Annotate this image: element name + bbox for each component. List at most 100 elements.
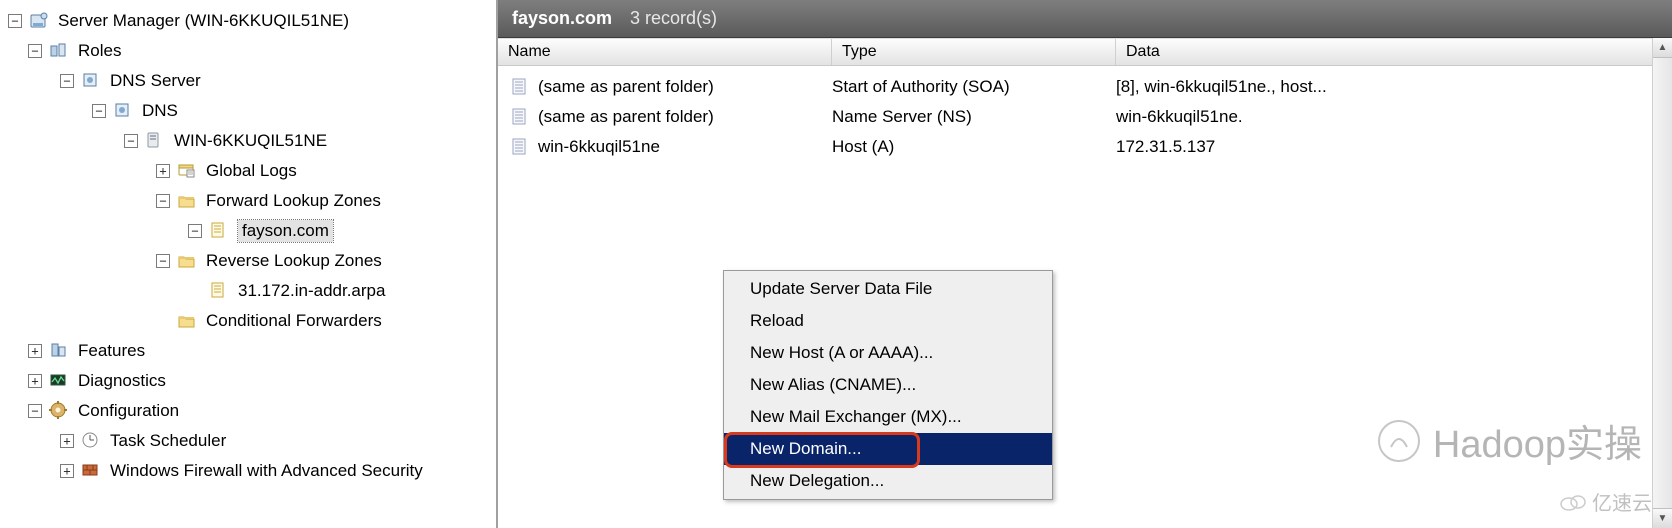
tree-node-firewall[interactable]: + Windows Firewall with Advanced Securit…	[0, 456, 496, 486]
diagnostics-icon	[48, 370, 70, 392]
tree-label: Conditional Forwarders	[206, 311, 382, 331]
record-data: win-6kkuqil51ne.	[1116, 107, 1672, 127]
spacer	[188, 284, 202, 298]
column-header-name[interactable]: Name	[498, 39, 832, 65]
tree-node-host[interactable]: − WIN-6KKUQIL51NE	[0, 126, 496, 156]
tree-label: Windows Firewall with Advanced Security	[110, 461, 423, 481]
detail-header: fayson.com 3 record(s)	[498, 0, 1672, 38]
roles-icon	[48, 40, 70, 62]
tree-label: DNS	[142, 101, 178, 121]
collapse-icon[interactable]: −	[28, 44, 42, 58]
record-row[interactable]: (same as parent folder) Start of Authori…	[498, 72, 1672, 102]
record-data: 172.31.5.137	[1116, 137, 1672, 157]
tree-node-roles[interactable]: − Roles	[0, 36, 496, 66]
record-type: Name Server (NS)	[832, 107, 1116, 127]
record-row[interactable]: win-6kkuqil51ne Host (A) 172.31.5.137	[498, 132, 1672, 162]
collapse-icon[interactable]: −	[156, 194, 170, 208]
zone-icon	[208, 220, 230, 242]
context-menu-item[interactable]: New Alias (CNAME)...	[724, 369, 1052, 401]
expand-icon[interactable]: +	[28, 344, 42, 358]
folder-icon	[176, 190, 198, 212]
tree-label: Server Manager (WIN-6KKUQIL51NE)	[58, 11, 349, 31]
tree-node-cond-fwd[interactable]: Conditional Forwarders	[0, 306, 496, 336]
tree-node-features[interactable]: + Features	[0, 336, 496, 366]
watermark-sub: 亿速云	[1560, 487, 1652, 516]
tree-node-configuration[interactable]: − Configuration	[0, 396, 496, 426]
collapse-icon[interactable]: −	[124, 134, 138, 148]
context-menu-item[interactable]: New Mail Exchanger (MX)...	[724, 401, 1052, 433]
scroll-up-button[interactable]: ▲	[1653, 38, 1672, 58]
folder-icon	[176, 250, 198, 272]
tree-node-rev-zones[interactable]: − Reverse Lookup Zones	[0, 246, 496, 276]
record-name: (same as parent folder)	[538, 77, 832, 97]
tree-node-server-manager[interactable]: − Server Manager (WIN-6KKUQIL51NE)	[0, 6, 496, 36]
tree-label-selected: fayson.com	[238, 220, 333, 242]
dns-server-icon	[80, 70, 102, 92]
folder-icon	[176, 310, 198, 332]
collapse-icon[interactable]: −	[60, 74, 74, 88]
tree-node-rev-zone-arpa[interactable]: 31.172.in-addr.arpa	[0, 276, 496, 306]
tree-label: Configuration	[78, 401, 179, 421]
firewall-icon	[80, 460, 102, 482]
record-name: (same as parent folder)	[538, 107, 832, 127]
vertical-scrollbar[interactable]: ▲ ▼	[1652, 38, 1672, 528]
context-menu-item[interactable]: New Delegation...	[724, 465, 1052, 497]
record-type: Host (A)	[832, 137, 1116, 157]
tree-node-global-logs[interactable]: + Global Logs	[0, 156, 496, 186]
tree-label: Roles	[78, 41, 121, 61]
expand-icon[interactable]: +	[60, 464, 74, 478]
record-data: [8], win-6kkuqil51ne., host...	[1116, 77, 1672, 97]
server-manager-icon	[28, 10, 50, 32]
column-headers: Name Type Data	[498, 38, 1672, 66]
features-icon	[48, 340, 70, 362]
collapse-icon[interactable]: −	[8, 14, 22, 28]
context-menu-item[interactable]: New Domain...	[724, 433, 1052, 465]
scroll-down-button[interactable]: ▼	[1653, 508, 1672, 528]
tree-node-fwd-zones[interactable]: − Forward Lookup Zones	[0, 186, 496, 216]
context-menu-item[interactable]: New Host (A or AAAA)...	[724, 337, 1052, 369]
zone-icon	[208, 280, 230, 302]
expand-icon[interactable]: +	[28, 374, 42, 388]
collapse-icon[interactable]: −	[156, 254, 170, 268]
tree-label: Forward Lookup Zones	[206, 191, 381, 211]
collapse-icon[interactable]: −	[28, 404, 42, 418]
column-header-data[interactable]: Data	[1116, 39, 1672, 65]
collapse-icon[interactable]: −	[92, 104, 106, 118]
watermark-label: Hadoop实操	[1433, 413, 1642, 468]
host-icon	[144, 130, 166, 152]
tree-label: 31.172.in-addr.arpa	[238, 281, 385, 301]
record-name: win-6kkuqil51ne	[538, 137, 832, 157]
tree-label: WIN-6KKUQIL51NE	[174, 131, 327, 151]
spacer	[156, 314, 170, 328]
tree-label: Features	[78, 341, 145, 361]
context-menu-item[interactable]: Update Server Data File	[724, 273, 1052, 305]
tree-node-task-scheduler[interactable]: + Task Scheduler	[0, 426, 496, 456]
tree-label: Reverse Lookup Zones	[206, 251, 382, 271]
tree-node-dns[interactable]: − DNS	[0, 96, 496, 126]
record-row[interactable]: (same as parent folder) Name Server (NS)…	[498, 102, 1672, 132]
tree-label: Diagnostics	[78, 371, 166, 391]
context-menu: Update Server Data FileReloadNew Host (A…	[723, 270, 1053, 500]
tree-label: DNS Server	[110, 71, 201, 91]
record-icon	[508, 135, 532, 159]
expand-icon[interactable]: +	[60, 434, 74, 448]
tree-node-dns-server[interactable]: − DNS Server	[0, 66, 496, 96]
watermark-sub-label: 亿速云	[1592, 487, 1652, 516]
tree-node-diagnostics[interactable]: + Diagnostics	[0, 366, 496, 396]
record-type: Start of Authority (SOA)	[832, 77, 1116, 97]
record-icon	[508, 75, 532, 99]
watermark-main: Hadoop实操	[1377, 413, 1642, 468]
context-menu-item[interactable]: Reload	[724, 305, 1052, 337]
header-record-count: 3 record(s)	[630, 8, 717, 29]
collapse-icon[interactable]: −	[188, 224, 202, 238]
record-list: (same as parent folder) Start of Authori…	[498, 66, 1672, 168]
column-header-type[interactable]: Type	[832, 39, 1116, 65]
tree-label: Global Logs	[206, 161, 297, 181]
dns-icon	[112, 100, 134, 122]
detail-pane: fayson.com 3 record(s) Name Type Data (s…	[498, 0, 1672, 528]
expand-icon[interactable]: +	[156, 164, 170, 178]
header-zone-name: fayson.com	[512, 8, 612, 29]
tree-pane: − Server Manager (WIN-6KKUQIL51NE) − Rol…	[0, 0, 498, 528]
gear-icon	[48, 400, 70, 422]
tree-node-zone-fayson[interactable]: − fayson.com	[0, 216, 496, 246]
